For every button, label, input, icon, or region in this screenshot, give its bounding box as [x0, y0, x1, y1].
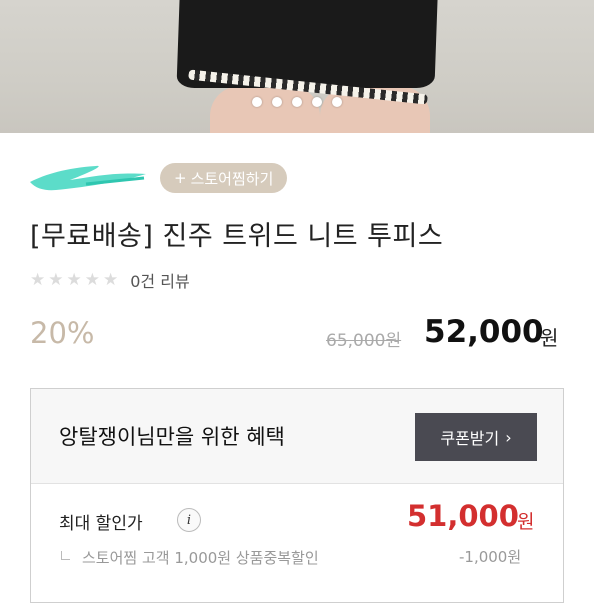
star-icon: ★: [30, 270, 46, 290]
coupon-download-button[interactable]: 쿠폰받기 ›: [415, 413, 537, 461]
discount-rate: 20%: [30, 316, 95, 350]
store-follow-button[interactable]: + 스토어찜하기: [160, 163, 288, 193]
review-count[interactable]: 0건 리뷰: [130, 268, 189, 292]
plus-icon: +: [174, 169, 187, 187]
discount-detail-amount: -1,000원: [459, 548, 522, 566]
discount-detail-text: 스토어찜 고객 1,000원 상품중복할인: [82, 549, 319, 567]
info-icon[interactable]: i: [177, 508, 201, 532]
tree-corner-icon: [61, 551, 70, 560]
pagination-dot[interactable]: [252, 97, 262, 107]
original-price: 65,000원: [326, 331, 402, 351]
pagination-dot[interactable]: [332, 97, 342, 107]
benefit-header: 앙탈쟁이님만을 위한 혜택 쿠폰받기 ›: [31, 389, 563, 484]
chevron-right-icon: ›: [505, 427, 512, 447]
product-title: [무료배송] 진주 트위드 니트 투피스: [30, 221, 444, 252]
benefit-title: 앙탈쟁이님만을 위한 혜택: [59, 425, 285, 449]
redacted-store-name-scribble: [26, 160, 154, 196]
star-icon: ★: [48, 270, 64, 290]
discount-detail: 스토어찜 고객 1,000원 상품중복할인: [61, 547, 319, 568]
pagination-dot[interactable]: [312, 97, 322, 107]
star-icon: ★: [66, 270, 82, 290]
max-discount-unit: 원: [517, 511, 535, 533]
store-follow-label: 스토어찜하기: [190, 169, 274, 188]
max-discount-price: 51,000: [407, 499, 519, 533]
max-discount-label: 최대 할인가: [59, 514, 143, 534]
image-leg-left: [210, 86, 320, 133]
sale-price-unit: 원: [540, 326, 559, 350]
star-rating: ★ ★ ★ ★ ★: [30, 270, 118, 290]
pagination-dot[interactable]: [292, 97, 302, 107]
product-image[interactable]: [0, 0, 594, 133]
pagination-dot[interactable]: [272, 97, 282, 107]
store-row: + 스토어찜하기: [26, 160, 288, 196]
sale-price: 52,000: [424, 314, 544, 350]
benefit-box: 앙탈쟁이님만을 위한 혜택 쿠폰받기 › 최대 할인가 i 51,000 원 스…: [30, 388, 564, 603]
review-row[interactable]: ★ ★ ★ ★ ★ 0건 리뷰: [30, 268, 190, 292]
coupon-label: 쿠폰받기: [440, 429, 500, 448]
image-pagination-dots[interactable]: [0, 97, 594, 107]
star-icon: ★: [103, 270, 119, 290]
star-icon: ★: [84, 270, 100, 290]
